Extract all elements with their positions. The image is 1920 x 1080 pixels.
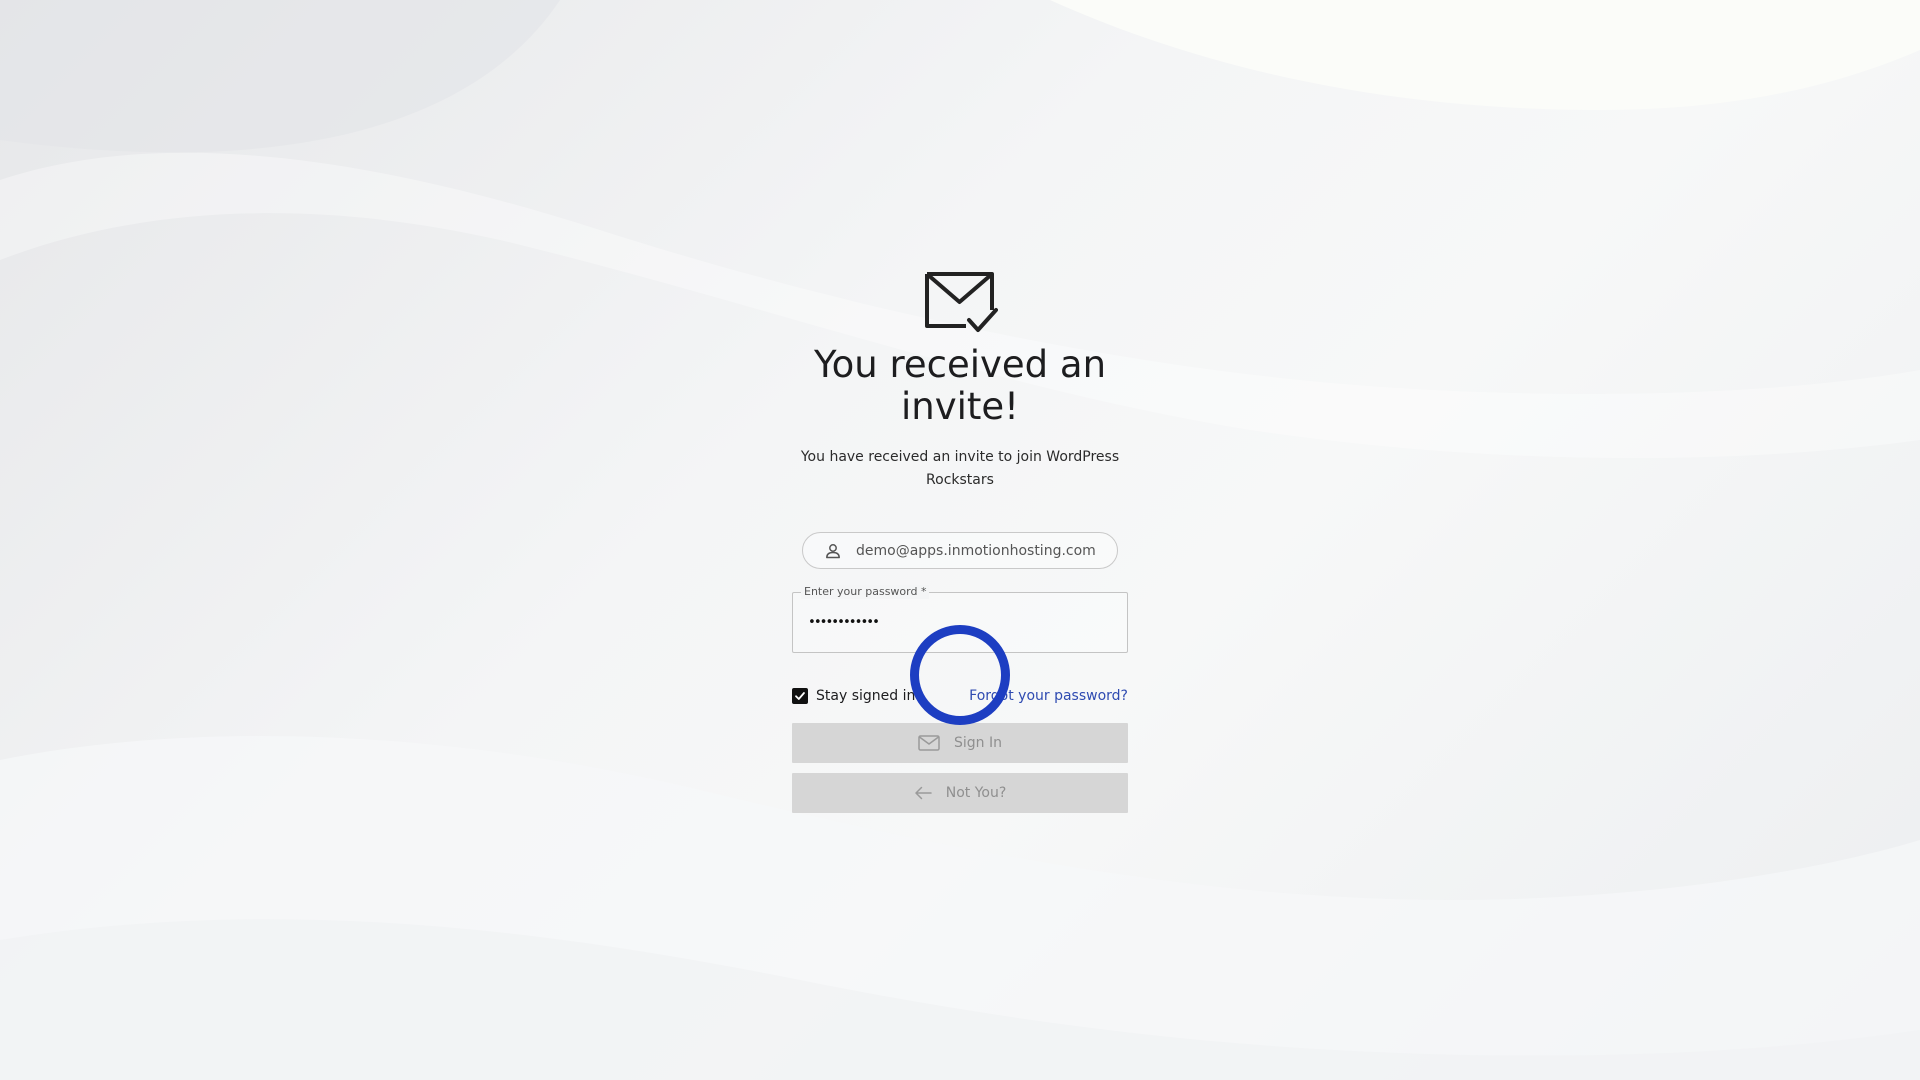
account-email: demo@apps.inmotionhosting.com xyxy=(856,542,1096,559)
page-title: You received an invite! xyxy=(813,343,1107,428)
password-field[interactable]: Enter your password * xyxy=(792,585,1128,653)
stay-signed-in-checkbox[interactable] xyxy=(792,688,808,704)
signin-options-row: Stay signed in Forgot your password? xyxy=(792,685,1128,707)
sign-in-button[interactable]: Sign In xyxy=(792,723,1128,763)
checkmark-icon xyxy=(795,692,805,700)
mail-check-icon xyxy=(925,272,998,332)
invite-signin-panel: You received an invite! You have receive… xyxy=(792,270,1128,813)
invite-subtitle: You have received an invite to join Word… xyxy=(800,449,1120,488)
account-email-chip: demo@apps.inmotionhosting.com xyxy=(802,532,1118,569)
user-icon xyxy=(826,543,840,558)
arrow-left-icon xyxy=(914,786,932,800)
mail-icon xyxy=(918,735,940,751)
not-you-button[interactable]: Not You? xyxy=(792,773,1128,813)
not-you-label: Not You? xyxy=(945,785,1007,801)
password-label: Enter your password * xyxy=(801,585,930,599)
stay-signed-in-option[interactable]: Stay signed in xyxy=(792,688,915,704)
password-input[interactable] xyxy=(808,615,1108,630)
forgot-password-link[interactable]: Forgot your password? xyxy=(969,688,1128,704)
sign-in-label: Sign In xyxy=(954,735,1002,751)
stay-signed-in-label: Stay signed in xyxy=(816,688,916,704)
